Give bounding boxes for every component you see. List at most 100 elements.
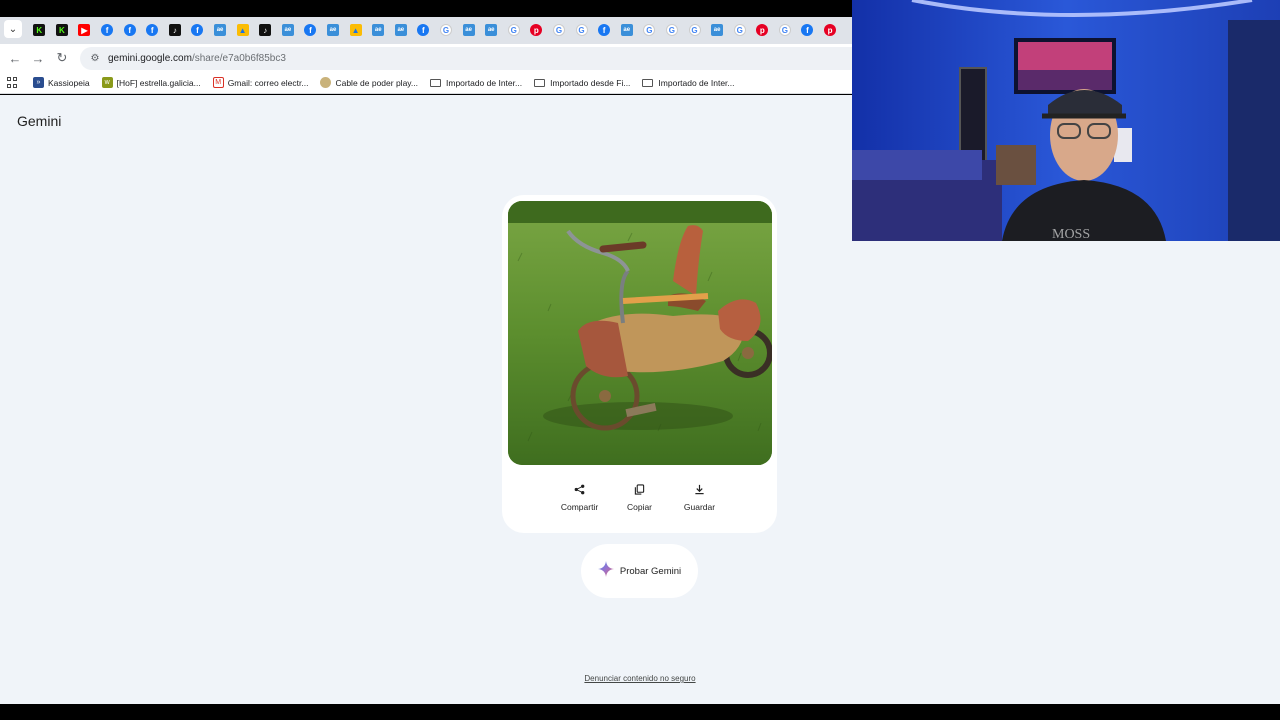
gemini-brand[interactable]: Gemini xyxy=(17,113,61,129)
browser-tab[interactable]: ♪ xyxy=(164,21,187,39)
browser-tab[interactable]: ae xyxy=(367,21,390,39)
copy-button[interactable]: Copiar xyxy=(614,483,666,512)
browser-tab[interactable]: f xyxy=(299,21,322,39)
google-icon: G xyxy=(507,24,520,36)
google-icon: G xyxy=(552,24,565,36)
apps-grid-icon[interactable] xyxy=(7,76,19,89)
try-gemini-button[interactable]: Probar Gemini xyxy=(581,544,698,598)
browser-tab[interactable]: ae xyxy=(457,21,480,39)
ae-icon: ae xyxy=(327,24,340,36)
facebook-icon: f xyxy=(191,24,204,36)
back-arrow-icon[interactable]: ← xyxy=(6,49,24,67)
svg-text:MOSS: MOSS xyxy=(1052,227,1090,241)
download-icon xyxy=(694,483,706,495)
browser-tab[interactable]: p xyxy=(819,21,842,39)
gmail-icon: M xyxy=(212,77,224,88)
url-text: gemini.google.com/share/e7a0b6f85bc3 xyxy=(108,53,286,64)
ae-icon: ae xyxy=(281,24,294,36)
ae-icon: ae xyxy=(620,24,633,36)
browser-tab[interactable]: G xyxy=(548,21,571,39)
browser-tab[interactable]: ae xyxy=(209,21,232,39)
folder-icon xyxy=(430,78,442,87)
kassiopeia-icon: » xyxy=(33,77,44,88)
site-info-icon[interactable]: ⚙ xyxy=(88,52,102,66)
browser-tab[interactable]: G xyxy=(638,21,661,39)
bookmark-kassiopeia[interactable]: » Kassiopeia xyxy=(33,77,90,88)
tab-favicons: K K ▶ f f f ♪ f ae ▲ ♪ ae f ae ▲ ae ae f Gae ae Gp G Gf ae G G Gae… xyxy=(28,21,841,39)
browser-tab[interactable]: p xyxy=(525,21,548,39)
share-icon xyxy=(574,483,586,495)
browser-tab[interactable]: G xyxy=(774,21,797,39)
shared-image-card: Compartir Copiar Guardar xyxy=(502,195,777,533)
folder-icon xyxy=(642,78,654,87)
tricycle-image xyxy=(508,201,772,465)
facebook-icon: f xyxy=(123,24,136,36)
cable-icon xyxy=(320,77,332,88)
browser-tab[interactable]: p xyxy=(751,21,774,39)
tiktok-icon: ♪ xyxy=(168,24,181,36)
bookmark-gmail[interactable]: M Gmail: correo electr... xyxy=(212,77,308,88)
browser-tab[interactable]: ae xyxy=(322,21,345,39)
browser-tab[interactable]: G xyxy=(435,21,458,39)
browser-tab[interactable]: ae xyxy=(615,21,638,39)
google-icon: G xyxy=(733,24,746,36)
bookmark-hof[interactable]: w [HoF] estrella.galicia... xyxy=(101,77,201,88)
browser-tab[interactable]: ae xyxy=(706,21,729,39)
browser-tab[interactable]: K xyxy=(51,21,74,39)
webcam-overlay: MOSS xyxy=(852,0,1280,241)
report-unsafe-link[interactable]: Denunciar contenido no seguro xyxy=(0,674,1280,683)
ae-icon: ae xyxy=(214,24,227,36)
browser-tab[interactable]: G xyxy=(570,21,593,39)
browser-tab[interactable]: K xyxy=(28,21,51,39)
facebook-icon: f xyxy=(417,24,430,36)
browser-tab[interactable]: ▲ xyxy=(344,21,367,39)
image-actions: Compartir Copiar Guardar xyxy=(502,483,777,512)
bookmark-folder-1[interactable]: Importado de Inter... xyxy=(430,78,522,88)
browser-tab[interactable]: f xyxy=(796,21,819,39)
facebook-icon: f xyxy=(146,24,159,36)
pinterest-icon: p xyxy=(756,24,769,36)
browser-tab[interactable]: f xyxy=(412,21,435,39)
youtube-icon: ▶ xyxy=(78,24,91,36)
browser-tab[interactable]: ae xyxy=(480,21,503,39)
address-bar[interactable]: ⚙ gemini.google.com/share/e7a0b6f85bc3 xyxy=(80,47,940,70)
forward-arrow-icon[interactable]: → xyxy=(29,49,47,67)
drive-icon: ▲ xyxy=(349,24,362,36)
drive-icon: ▲ xyxy=(236,24,249,36)
google-icon: G xyxy=(643,24,656,36)
browser-tab[interactable]: f xyxy=(141,21,164,39)
browser-tab[interactable]: f xyxy=(593,21,616,39)
pinterest-icon: p xyxy=(824,24,837,36)
browser-tab[interactable]: G xyxy=(728,21,751,39)
ae-icon: ae xyxy=(485,24,498,36)
google-icon: G xyxy=(665,24,678,36)
share-button[interactable]: Compartir xyxy=(554,483,606,512)
tab-search-chevron-icon[interactable]: ⌄ xyxy=(4,20,22,38)
browser-tab[interactable]: ae xyxy=(277,21,300,39)
browser-tab[interactable]: f xyxy=(96,21,119,39)
pinterest-icon: p xyxy=(530,24,543,36)
copy-icon xyxy=(634,483,646,495)
browser-tab[interactable]: ▲ xyxy=(231,21,254,39)
gemini-sparkle-icon xyxy=(597,560,614,582)
browser-tab[interactable]: f xyxy=(118,21,141,39)
browser-tab[interactable]: G xyxy=(661,21,684,39)
browser-tab[interactable]: G xyxy=(502,21,525,39)
facebook-icon: f xyxy=(598,24,611,36)
bookmark-cable[interactable]: Cable de poder play... xyxy=(320,77,418,88)
ae-icon: ae xyxy=(372,24,385,36)
browser-tab[interactable]: ▶ xyxy=(73,21,96,39)
browser-tab[interactable]: ae xyxy=(390,21,413,39)
save-button[interactable]: Guardar xyxy=(674,483,726,512)
reload-icon[interactable]: ↻ xyxy=(53,49,71,67)
kick-icon: K xyxy=(55,24,68,36)
ae-icon: ae xyxy=(394,24,407,36)
ae-icon: ae xyxy=(462,24,475,36)
browser-tab[interactable]: f xyxy=(186,21,209,39)
browser-tab[interactable]: ♪ xyxy=(254,21,277,39)
google-icon: G xyxy=(688,24,701,36)
bookmark-folder-2[interactable]: Importado desde Fi... xyxy=(534,78,630,88)
ae-icon: ae xyxy=(711,24,724,36)
bookmark-folder-3[interactable]: Importado de Inter... xyxy=(642,78,735,88)
browser-tab[interactable]: G xyxy=(683,21,706,39)
